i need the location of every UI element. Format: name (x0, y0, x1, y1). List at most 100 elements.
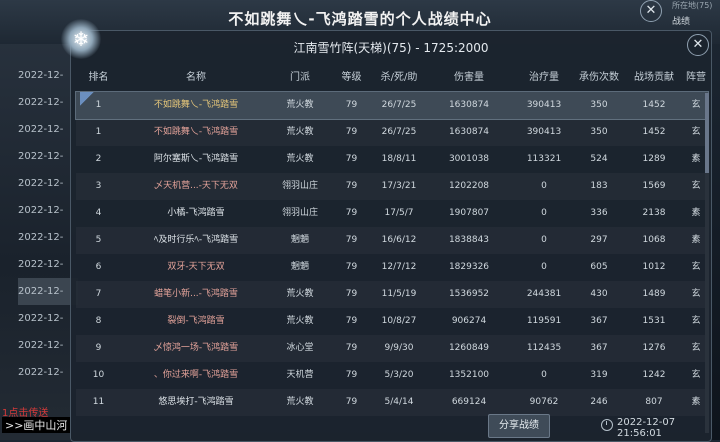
cell-contrib: 1569 (642, 181, 666, 191)
cell-contrib: 1452 (642, 100, 666, 110)
side-date-item[interactable]: 2022-12- (18, 251, 78, 278)
table-row[interactable]: 3 乄天机营...-天下无双 翎羽山庄 79 17/3/21 1202208 0 183 156… (76, 173, 708, 200)
cell-hits: 319 (590, 370, 608, 380)
cell-contrib: 1531 (642, 316, 666, 326)
flag-icon (80, 92, 94, 106)
table-row[interactable]: 8 裂倒-飞鸿踏雪 荒火教 79 10/8/27 906274 119591 367 1531 玄 (76, 308, 708, 335)
table-row[interactable]: 11 悠思埃打-飞鸿踏雪 荒火教 79 5/4/14 669124 90762 246 807 素 (76, 389, 708, 416)
cell-damage: 1630874 (448, 127, 490, 137)
cell-school: 荒火教 (286, 289, 314, 299)
outer-close-icon[interactable]: ✕ (640, 0, 662, 22)
table-row[interactable]: 4 小橘-飞鸿踏雪 翎羽山庄 79 17/5/7 1907807 0 336 2138 素 (76, 200, 708, 227)
battle-record-panel: ❄ 江南雪竹阵(天梯)(75) - 1725:2000 ✕ 排名 名称 门派 等级 杀/… (61, 19, 712, 442)
cell-contrib: 1452 (642, 127, 666, 137)
side-date-item[interactable]: 2022-12- (18, 197, 78, 224)
cell-contrib: 1068 (642, 235, 666, 245)
side-date-item[interactable]: 2022-12- (18, 89, 78, 116)
cell-kda: 26/7/25 (381, 100, 417, 110)
column-header: 伤害量 (454, 72, 484, 83)
cell-contrib: 1276 (642, 343, 666, 353)
cell-rank: 4 (95, 208, 102, 218)
table-row[interactable]: 5 ﾍ及时行乐ﾍ-飞鸿踏雪 魍魉 79 16/6/12 1838843 0 297 1068 素 (76, 227, 708, 254)
column-header: 杀/死/助 (380, 72, 418, 83)
cell-damage: 1536952 (448, 289, 490, 299)
table-row[interactable]: 10 、你过来啊-飞鸿踏雪 天机营 79 5/3/20 1352100 0 319 1242 玄 (76, 362, 708, 389)
cell-rank: 3 (95, 181, 102, 191)
cell-hits: 367 (590, 343, 608, 353)
outer-window-title: 不如跳舞乀-飞鸿踏雪的个人战绩中心 (228, 10, 492, 28)
cell-kda: 18/8/11 (381, 154, 417, 164)
column-header: 阵营 (686, 72, 706, 83)
cell-rank: 6 (95, 262, 102, 272)
chat-message: >>画中山河 (2, 417, 71, 433)
side-date-item[interactable]: 2022-12- (18, 62, 78, 89)
cell-hits: 367 (590, 316, 608, 326)
cell-level: 79 (345, 343, 358, 353)
cell-school: 翎羽山庄 (281, 208, 318, 218)
side-date-item[interactable]: 2022-12- (18, 278, 78, 305)
column-header: 承伤次数 (579, 72, 619, 83)
table-row[interactable]: 6 双牙-天下无双 魍魉 79 12/7/12 1829326 0 605 1012 玄 (76, 254, 708, 281)
table-row[interactable]: 2 阿尔塞斯乀-飞鸿踏雪 荒火教 79 18/8/11 3001038 113321 524 1… (76, 146, 708, 173)
cell-hits: 297 (590, 235, 608, 245)
column-header: 等级 (341, 72, 362, 83)
cell-rank: 8 (95, 316, 102, 326)
table-row[interactable]: 7 蜡笔小新...-飞鸿踏雪 荒火教 79 11/5/19 1536952 244381 43… (76, 281, 708, 308)
table-row[interactable]: 1 不如跳舞乀-飞鸿踏雪 荒火教 79 26/7/25 1630874 390413 350 1… (75, 91, 709, 120)
cell-name: 悠思埃打-飞鸿踏雪 (158, 397, 234, 407)
cell-level: 79 (345, 208, 358, 218)
cell-level: 79 (345, 181, 358, 191)
cell-name: 不如跳舞乀-飞鸿踏雪 (153, 127, 239, 137)
panel-close-icon[interactable]: ✕ (687, 34, 709, 56)
cell-kda: 5/4/14 (384, 397, 414, 407)
cell-heal: 0 (541, 262, 547, 272)
side-date-item[interactable]: 2022-12- (18, 224, 78, 251)
cell-damage: 669124 (451, 397, 487, 407)
cell-rank: 9 (95, 343, 102, 353)
cell-level: 79 (345, 289, 358, 299)
cell-name: 乄天机营...-天下无双 (154, 181, 238, 191)
cell-hits: 183 (590, 181, 608, 191)
share-button[interactable]: 分享战绩 (488, 414, 550, 438)
cell-level: 79 (345, 397, 358, 407)
column-header: 排名 (88, 72, 109, 83)
scrollbar[interactable] (705, 93, 709, 433)
side-date-item[interactable]: 2022-12- (18, 359, 78, 386)
cell-level: 79 (345, 154, 358, 164)
cell-school: 荒火教 (286, 100, 314, 110)
side-date-item[interactable]: 2022-12- (18, 332, 78, 359)
cell-heal: 112435 (526, 343, 562, 353)
cell-school: 天机营 (286, 370, 314, 380)
side-date-item[interactable]: 2022-12- (18, 143, 78, 170)
cell-name: ﾍ及时行乐ﾍ-飞鸿踏雪 (153, 235, 239, 245)
cell-heal: 390413 (526, 100, 562, 110)
cell-heal: 119591 (526, 316, 562, 326)
column-header: 门派 (290, 72, 310, 83)
cell-contrib: 1289 (642, 154, 666, 164)
corner-label[interactable]: 战绩 (672, 14, 690, 27)
column-header: 战场贡献 (634, 72, 674, 83)
cell-heal: 0 (541, 370, 547, 380)
side-date-item[interactable]: 2022-12- (18, 116, 78, 143)
cell-level: 79 (345, 235, 358, 245)
cell-damage: 1838843 (448, 235, 490, 245)
cell-level: 79 (345, 370, 358, 380)
cell-damage: 1829326 (448, 262, 490, 272)
scrollbar-thumb[interactable] (705, 93, 709, 173)
table-row[interactable]: 1 不如跳舞乀-飞鸿踏雪 荒火教 79 26/7/25 1630874 390413 350 1… (76, 119, 708, 146)
cell-hits: 246 (590, 397, 608, 407)
cell-school: 荒火教 (286, 154, 314, 164)
side-date-item[interactable]: 2022-12- (18, 170, 78, 197)
cell-name: 裂倒-飞鸿踏雪 (167, 316, 225, 326)
cell-rank: 5 (95, 235, 102, 245)
cell-contrib: 2138 (642, 208, 666, 218)
cell-damage: 906274 (451, 316, 487, 326)
cell-hits: 524 (590, 154, 608, 164)
cell-rank: 2 (95, 154, 102, 164)
table-row[interactable]: 9 乄惊鸿一场-飞鸿踏雪 冰心堂 79 9/9/30 1260849 112435 367 12… (76, 335, 708, 362)
cell-name: 小橘-飞鸿踏雪 (167, 208, 225, 218)
column-header: 治疗量 (529, 72, 559, 83)
score-table: 排名 名称 门派 等级 杀/死/助 伤害量 治疗量 承伤次数 战场贡献 阵营 1 不如跳舞乀-飞鸿踏… (75, 65, 709, 416)
side-date-item[interactable]: 2022-12- (18, 305, 78, 332)
cell-contrib: 1242 (642, 370, 666, 380)
